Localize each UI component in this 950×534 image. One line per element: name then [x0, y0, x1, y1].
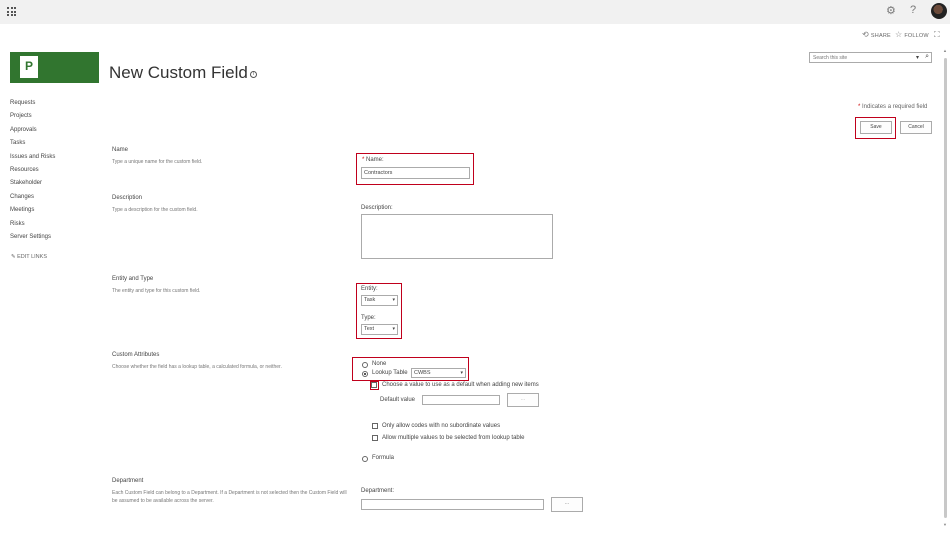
sidebar-item-server-settings[interactable]: Server Settings	[10, 234, 55, 247]
quick-launch: Requests Projects Approvals Tasks Issues…	[10, 100, 55, 247]
only-codes-label: Only allow codes with no subordinate val…	[382, 423, 501, 429]
section-desc-department: Each Custom Field can belong to a Depart…	[112, 490, 347, 504]
choose-default-label: Choose a value to use as a default when …	[382, 382, 539, 388]
search-input[interactable]: Search this site ▾ ⌕	[809, 52, 932, 63]
department-label: Department:	[361, 488, 395, 494]
pencil-icon: ✎	[11, 254, 16, 260]
sidebar-item-resources[interactable]: Resources	[10, 167, 55, 180]
type-label: Type:	[361, 315, 376, 321]
radio-lookup-label: Lookup Table	[372, 370, 408, 376]
section-title-department: Department	[112, 478, 144, 484]
sidebar-item-risks[interactable]: Risks	[10, 221, 55, 234]
section-desc-name: Type a unique name for the custom field.	[112, 159, 203, 165]
multiple-values-label: Allow multiple values to be selected fro…	[382, 435, 525, 441]
sidebar-item-meetings[interactable]: Meetings	[10, 207, 55, 220]
entity-label: Entity:	[361, 286, 378, 292]
department-browse-button[interactable]: ...	[551, 497, 583, 512]
only-codes-checkbox[interactable]	[372, 423, 378, 429]
lookup-table-select[interactable]: CWBS ▾	[411, 368, 466, 378]
focus-icon[interactable]: ⛶	[934, 30, 942, 40]
search-icon[interactable]: ⌕	[925, 53, 929, 61]
page-title: New Custom Field	[109, 63, 248, 82]
chevron-down-icon[interactable]: ▾	[916, 54, 919, 61]
sidebar-item-requests[interactable]: Requests	[10, 100, 55, 113]
multiple-values-checkbox[interactable]	[372, 435, 378, 441]
edit-links-button[interactable]: ✎ EDIT LINKS	[11, 254, 47, 260]
radio-lookup-table[interactable]	[362, 371, 368, 377]
sidebar-item-changes[interactable]: Changes	[10, 194, 55, 207]
cancel-button[interactable]: Cancel	[900, 121, 932, 134]
section-title-entity-type: Entity and Type	[112, 276, 154, 282]
sidebar-item-tasks[interactable]: Tasks	[10, 140, 55, 153]
section-title-custom-attributes: Custom Attributes	[112, 352, 160, 358]
description-label: Description:	[361, 205, 393, 211]
section-title-description: Description	[112, 195, 143, 201]
name-field[interactable]: Contractors	[361, 167, 470, 179]
share-icon: ⟲	[862, 30, 869, 39]
radio-none[interactable]	[362, 362, 368, 368]
sidebar-item-projects[interactable]: Projects	[10, 113, 55, 126]
avatar[interactable]	[931, 3, 947, 19]
project-logo[interactable]: P	[10, 52, 99, 83]
help-icon[interactable]: ?	[910, 4, 916, 16]
description-field[interactable]	[361, 214, 553, 259]
follow-button[interactable]: ☆ FOLLOW	[895, 30, 929, 39]
radio-formula[interactable]	[362, 456, 368, 462]
radio-formula-label: Formula	[372, 455, 395, 461]
default-value-label: Default value	[380, 397, 416, 403]
section-desc-description: Type a description for the custom field.	[112, 207, 198, 213]
page-actions-bar: ⟲ SHARE ☆ FOLLOW ⛶	[0, 28, 950, 42]
name-label: * Name:	[362, 157, 384, 163]
info-icon[interactable]: i	[250, 71, 257, 78]
choose-default-checkbox[interactable]	[371, 382, 377, 388]
default-value-browse-button[interactable]: ...	[507, 393, 539, 407]
page-scrollbar[interactable]: ▲ ▼	[943, 48, 948, 528]
section-title-name: Name	[112, 147, 129, 153]
department-input[interactable]	[361, 499, 544, 510]
radio-none-label: None	[372, 361, 387, 367]
scrollbar-thumb[interactable]	[944, 58, 947, 518]
section-desc-entity-type: The entity and type for this custom fiel…	[112, 288, 201, 294]
star-icon: ☆	[895, 30, 903, 39]
type-select[interactable]: Text ▾	[361, 324, 398, 335]
share-button[interactable]: ⟲ SHARE	[862, 30, 891, 39]
sidebar-item-approvals[interactable]: Approvals	[10, 127, 55, 140]
chevron-down-icon: ▾	[392, 297, 395, 303]
entity-select[interactable]: Task ▾	[361, 295, 398, 306]
save-button[interactable]: Save	[860, 121, 892, 134]
sidebar-item-stakeholder[interactable]: Stakeholder	[10, 180, 55, 193]
app-launcher-icon[interactable]	[7, 7, 16, 16]
project-logo-letter: P	[25, 59, 34, 73]
suite-bar: ⚙ ?	[0, 0, 950, 24]
required-note: * Indicates a required field	[858, 104, 928, 110]
chevron-down-icon: ▾	[392, 326, 395, 332]
gear-icon[interactable]: ⚙	[886, 4, 896, 17]
chevron-down-icon: ▾	[460, 370, 463, 376]
section-desc-custom-attributes: Choose whether the field has a lookup ta…	[112, 364, 282, 370]
sidebar-item-issues-and-risks[interactable]: Issues and Risks	[10, 154, 55, 167]
default-value-input[interactable]	[422, 395, 500, 405]
